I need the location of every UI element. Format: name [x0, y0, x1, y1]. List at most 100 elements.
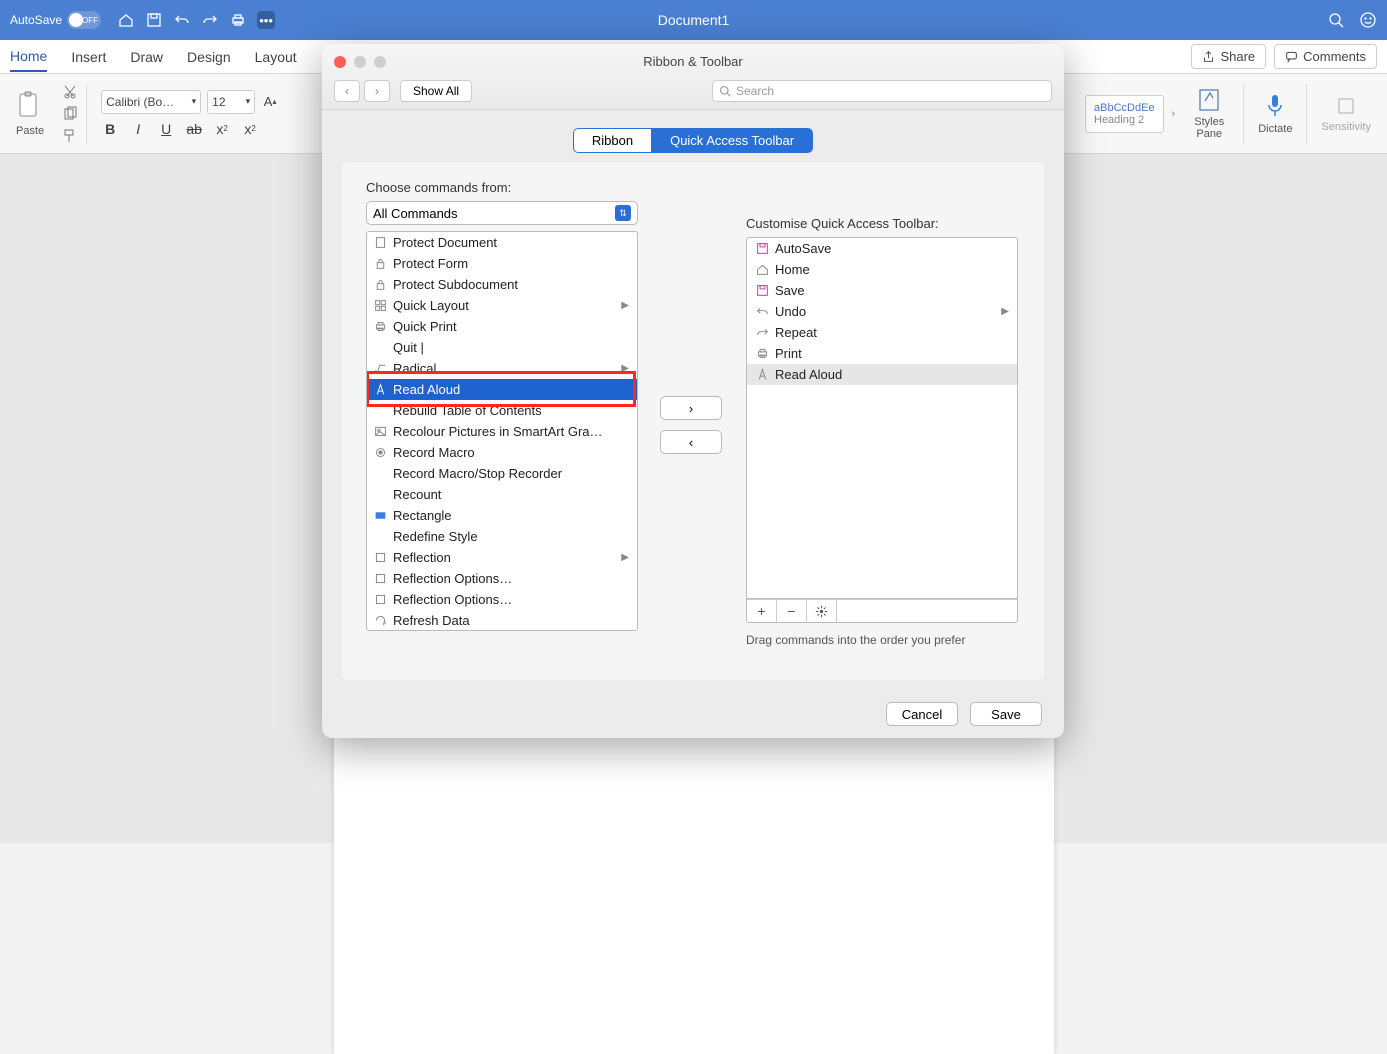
dialog-search-input[interactable]: Search [712, 80, 1052, 102]
format-painter-icon[interactable] [62, 128, 78, 144]
list-item[interactable]: Protect Document [367, 232, 637, 253]
list-item[interactable]: Quit | [367, 337, 637, 358]
list-item[interactable]: Home [747, 259, 1017, 280]
item-icon [755, 326, 769, 340]
italic-button[interactable]: I [129, 120, 147, 138]
qat-listbox[interactable]: AutoSaveHomeSaveUndo▶RepeatPrintRead Alo… [746, 237, 1018, 599]
list-item[interactable]: Undo▶ [747, 301, 1017, 322]
save-button[interactable]: Save [970, 702, 1042, 726]
tab-draw[interactable]: Draw [130, 43, 163, 71]
home-icon[interactable] [117, 11, 135, 29]
tab-design[interactable]: Design [187, 43, 231, 71]
list-item[interactable]: Refresh Data [367, 610, 637, 630]
list-item[interactable]: AutoSave [747, 238, 1017, 259]
strike-button[interactable]: ab [185, 120, 203, 138]
dictate-button[interactable]: Dictate [1252, 92, 1298, 135]
redo-icon[interactable] [201, 11, 219, 29]
list-item[interactable]: Print [747, 343, 1017, 364]
ribbon-toolbar-dialog: Ribbon & Toolbar ‹ › Show All Search Rib… [322, 44, 1064, 738]
item-icon [373, 257, 387, 271]
seg-qat-tab[interactable]: Quick Access Toolbar [652, 128, 813, 153]
subscript-button[interactable]: x2 [213, 120, 231, 138]
cut-icon[interactable] [62, 84, 78, 100]
autosave-toggle[interactable]: AutoSave OFF [10, 11, 101, 29]
undo-icon[interactable] [173, 11, 191, 29]
remove-command-button[interactable]: ‹ [660, 430, 722, 454]
zoom-window-button[interactable] [374, 56, 386, 68]
tab-layout[interactable]: Layout [255, 43, 297, 71]
item-icon [373, 278, 387, 292]
remove-item-button[interactable]: − [777, 600, 807, 622]
commands-listbox[interactable]: Protect DocumentProtect FormProtect Subd… [366, 231, 638, 631]
list-item[interactable]: Rectangle [367, 505, 637, 526]
list-item[interactable]: Recolour Pictures in SmartArt Gra… [367, 421, 637, 442]
add-item-button[interactable]: + [747, 600, 777, 622]
nav-back-button[interactable]: ‹ [334, 80, 360, 102]
commands-from-select[interactable]: All Commands ⇅ [366, 201, 638, 225]
item-icon [755, 284, 769, 298]
show-all-button[interactable]: Show All [400, 80, 472, 102]
comments-button[interactable]: Comments [1274, 44, 1377, 69]
font-size-selector[interactable]: 12▾ [207, 90, 255, 114]
titlebar: AutoSave OFF ••• Document1 [0, 0, 1387, 40]
list-item[interactable]: Read Aloud [747, 364, 1017, 385]
item-icon [755, 368, 769, 382]
list-item[interactable]: Radical▶ [367, 358, 637, 379]
list-item[interactable]: Recount [367, 484, 637, 505]
list-item[interactable]: Rebuild Table of Contents [367, 400, 637, 421]
toggle-switch[interactable]: OFF [67, 11, 101, 29]
style-heading2[interactable]: aBbCcDdEe Heading 2 [1085, 95, 1164, 133]
submenu-arrow-icon: ▶ [621, 552, 629, 563]
sensitivity-button[interactable]: Sensitivity [1315, 94, 1377, 133]
minimize-window-button[interactable] [354, 56, 366, 68]
list-item[interactable]: Record Macro [367, 442, 637, 463]
qat-list-footer: + − [746, 599, 1018, 623]
close-window-button[interactable] [334, 56, 346, 68]
item-icon [373, 236, 387, 250]
underline-button[interactable]: U [157, 120, 175, 138]
item-icon [373, 383, 387, 397]
save-icon[interactable] [145, 11, 163, 29]
list-item[interactable]: Protect Subdocument [367, 274, 637, 295]
settings-button[interactable] [807, 600, 837, 622]
item-icon [373, 509, 387, 523]
paste-group[interactable]: Paste [10, 90, 50, 137]
item-icon [373, 530, 387, 544]
list-item[interactable]: Repeat [747, 322, 1017, 343]
add-command-button[interactable]: › [660, 396, 722, 420]
list-item[interactable]: Read Aloud [367, 379, 637, 400]
list-item[interactable]: Protect Form [367, 253, 637, 274]
list-item[interactable]: Reflection Options… [367, 589, 637, 610]
search-icon[interactable] [1327, 11, 1345, 29]
item-icon [373, 362, 387, 376]
submenu-arrow-icon: ▶ [1001, 306, 1009, 317]
print-icon[interactable] [229, 11, 247, 29]
list-item[interactable]: Reflection Options… [367, 568, 637, 589]
seg-ribbon-tab[interactable]: Ribbon [573, 128, 652, 153]
tab-home[interactable]: Home [10, 42, 47, 72]
list-item[interactable]: Record Macro/Stop Recorder [367, 463, 637, 484]
nav-forward-button[interactable]: › [364, 80, 390, 102]
list-item[interactable]: Quick Layout▶ [367, 295, 637, 316]
styles-expand-icon[interactable]: › [1172, 108, 1176, 120]
list-item[interactable]: Save [747, 280, 1017, 301]
list-item[interactable]: Redefine Style [367, 526, 637, 547]
item-icon [373, 467, 387, 481]
drag-hint: Drag commands into the order you prefer [746, 633, 1018, 647]
list-item[interactable]: Quick Print [367, 316, 637, 337]
item-icon [755, 242, 769, 256]
more-icon[interactable]: ••• [257, 11, 275, 29]
superscript-button[interactable]: x2 [241, 120, 259, 138]
share-button[interactable]: Share [1191, 44, 1266, 69]
tab-insert[interactable]: Insert [71, 43, 106, 71]
list-item[interactable]: Reflection▶ [367, 547, 637, 568]
styles-pane-button[interactable]: Styles Pane [1183, 87, 1235, 140]
cancel-button[interactable]: Cancel [886, 702, 958, 726]
bold-button[interactable]: B [101, 120, 119, 138]
segment-control: Ribbon Quick Access Toolbar [573, 128, 813, 153]
grow-font-icon[interactable]: A▴ [261, 93, 279, 111]
autosave-label: AutoSave [10, 13, 62, 27]
font-selector[interactable]: Calibri (Bo…▾ [101, 90, 201, 114]
face-icon[interactable] [1359, 11, 1377, 29]
copy-icon[interactable] [62, 106, 78, 122]
